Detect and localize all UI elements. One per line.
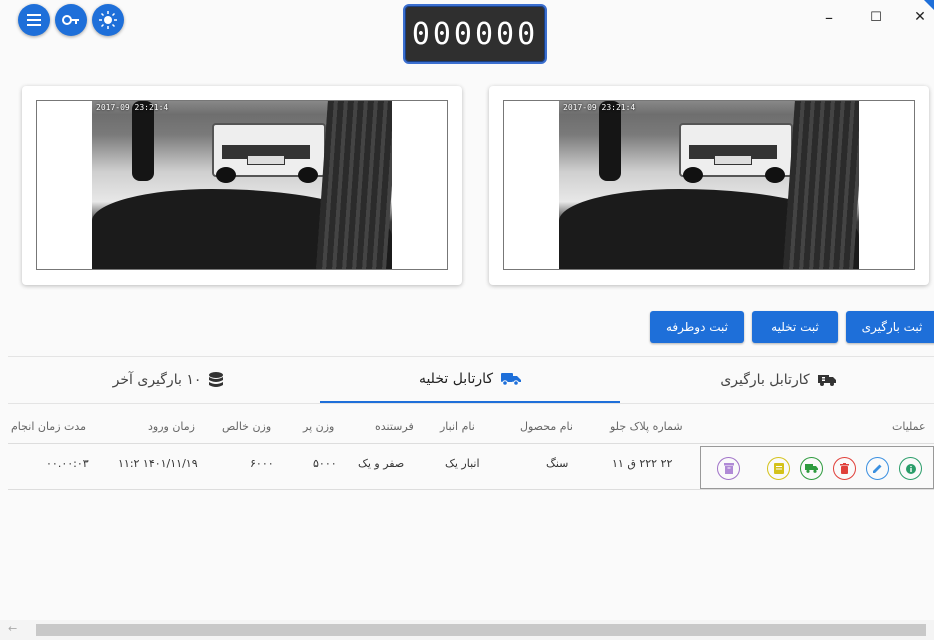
cell-net-weight: ۶۰۰۰: [250, 457, 274, 470]
camera-card-left: 2017-09 23:21:4: [22, 86, 462, 285]
register-loading-button[interactable]: ثبت بارگیری: [846, 311, 934, 343]
tab-unloading[interactable]: کارتابل تخلیه: [320, 357, 620, 403]
header-net-weight: وزن خالص: [222, 420, 272, 433]
camera-snapshot: 2017-09 23:21:4: [92, 101, 392, 269]
cell-plate: ۲۲ ۲۲۲ ق ۱۱: [612, 457, 673, 470]
header-full-weight: وزن پر: [303, 420, 335, 433]
tab-loading[interactable]: کارتابل بارگیری: [628, 357, 928, 403]
database-icon: [209, 372, 224, 387]
cell-duration: ۰۰.۰۰:۰۳: [46, 457, 89, 470]
header-plate: شماره پلاک جلو: [610, 420, 683, 433]
key-button[interactable]: [55, 4, 87, 36]
close-button[interactable]: ✕: [908, 9, 932, 25]
cell-product: سنگ: [546, 457, 569, 470]
key-icon: [62, 15, 79, 25]
camera-card-right: 2017-09 23:21:4: [489, 86, 929, 285]
camera-snapshot: 2017-09 23:21:4: [559, 101, 859, 269]
menu-icon: [27, 14, 41, 26]
tab-loading-label: کارتابل بارگیری: [720, 372, 810, 388]
operations-cell: [700, 446, 934, 489]
header-divider: [8, 443, 934, 444]
tab-last-ten[interactable]: ۱۰ بارگیری آخر: [18, 357, 318, 403]
header-entry-time: زمان ورود: [148, 420, 195, 433]
truck-icon[interactable]: [800, 457, 823, 480]
maximize-button[interactable]: ☐: [864, 10, 888, 25]
scrollbar-thumb[interactable]: [36, 624, 926, 636]
header-duration: مدت زمان انجام: [11, 420, 87, 433]
brightness-icon: [99, 11, 117, 29]
cell-full-weight: ۵۰۰۰: [313, 457, 337, 470]
tab-bar: کارتابل بارگیری کارتابل تخلیه ۱۰ بارگیری…: [8, 356, 934, 404]
camera-frame: 2017-09 23:21:4: [503, 100, 915, 270]
cell-entry-time: ۱۱:۲ ۱۴۰۱/۱۱/۱۹: [118, 457, 198, 470]
tab-unloading-label: کارتابل تخلیه: [418, 371, 494, 387]
header-warehouse: نام انبار: [440, 420, 475, 433]
tab-last-ten-label: ۱۰ بارگیری آخر: [112, 372, 202, 388]
scroll-left-icon[interactable]: ←: [8, 622, 17, 635]
header-sender: فرستنده: [375, 420, 414, 433]
cell-warehouse: انبار یک: [445, 457, 480, 470]
truck-plus-icon: [817, 375, 836, 386]
camera-timestamp: 2017-09 23:21:4: [96, 103, 169, 112]
menu-button[interactable]: [18, 4, 50, 36]
header-operations: عملیات: [892, 420, 926, 433]
row-divider: [8, 489, 934, 490]
cell-sender: صفر و یک: [358, 457, 405, 470]
delete-icon[interactable]: [833, 457, 856, 480]
camera-timestamp: 2017-09 23:21:4: [563, 103, 636, 112]
truck-icon: [501, 373, 522, 386]
archive-icon[interactable]: [717, 457, 740, 480]
weight-counter-display: 000000: [403, 4, 547, 64]
info-icon[interactable]: [899, 457, 922, 480]
print-icon[interactable]: [767, 457, 790, 480]
edit-icon[interactable]: [866, 457, 889, 480]
register-two-way-button[interactable]: ثبت دوطرفه: [650, 311, 744, 343]
camera-frame: 2017-09 23:21:4: [36, 100, 448, 270]
brightness-button[interactable]: [92, 4, 124, 36]
horizontal-scrollbar[interactable]: ←: [0, 620, 934, 640]
minimize-button[interactable]: –: [817, 8, 841, 27]
header-product: نام محصول: [520, 420, 573, 433]
register-unloading-button[interactable]: ثبت تخلیه: [752, 311, 838, 343]
